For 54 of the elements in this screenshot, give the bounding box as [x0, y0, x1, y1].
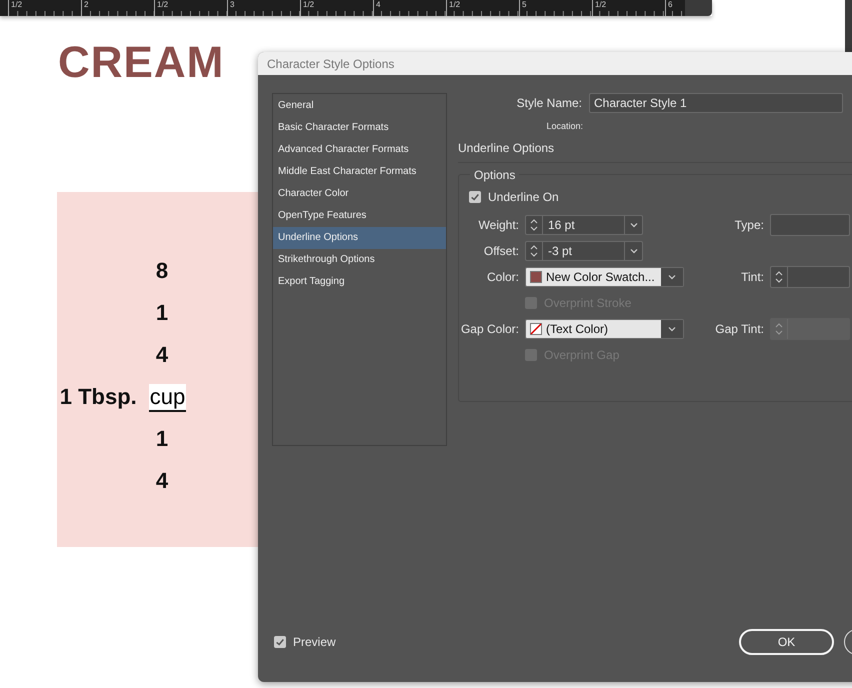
ruler-label: 3 — [229, 0, 234, 9]
checkbox-label: Underline On — [488, 190, 559, 204]
field-label: Weight: — [478, 218, 519, 232]
ingredient-amount: 8 — [156, 257, 168, 285]
field-label: Tint: — [740, 270, 764, 284]
category-item[interactable]: Underline Options — [273, 227, 446, 249]
checkbox-label: Preview — [293, 635, 336, 649]
type-field[interactable] — [770, 214, 850, 236]
checkbox[interactable] — [274, 636, 286, 648]
tint-field[interactable] — [770, 266, 850, 288]
ruler-label: 1/2 — [10, 0, 22, 9]
category-item[interactable]: Character Color — [273, 183, 446, 205]
field-label: Offset: — [482, 244, 519, 258]
ruler-label: 6 — [667, 0, 672, 9]
field-label: Gap Tint: — [714, 322, 764, 336]
offset-field[interactable]: -3 pt — [525, 241, 643, 261]
ingredient-amount: 4 — [156, 467, 168, 495]
ruler-label: 1/2 — [448, 0, 460, 9]
section-title: Underline Options — [458, 141, 556, 155]
color-dropdown[interactable]: New Color Swatch... — [525, 267, 684, 287]
dialog-title: Character Style Options — [267, 56, 394, 70]
ruler-label: 4 — [375, 0, 380, 9]
chevron-icon — [661, 320, 683, 338]
ingredient-amount: 1 — [156, 425, 168, 453]
category-item[interactable]: OpenType Features — [273, 205, 446, 227]
group-legend: Options — [470, 168, 520, 182]
chevron-icon — [661, 268, 683, 286]
style-name-field[interactable]: Character Style 1 — [589, 93, 843, 113]
ingredient-amount: 4 — [156, 341, 168, 369]
ruler-label: 1/2 — [156, 0, 168, 9]
ruler-label: 2 — [83, 0, 88, 9]
category-item[interactable]: Basic Character Formats — [273, 117, 446, 139]
ruler-label: 5 — [521, 0, 526, 9]
category-item[interactable]: General — [273, 95, 446, 117]
recipe-title: CREAM — [58, 38, 224, 88]
field-label: Style Name: — [516, 96, 582, 110]
field-label: Color: — [486, 270, 519, 284]
checkbox[interactable] — [469, 191, 481, 203]
ingredient-amount: 1 — [156, 299, 168, 327]
ingredient-unit: cup — [148, 384, 186, 412]
ruler-label: 1/2 — [594, 0, 606, 9]
weight-field[interactable]: 16 pt — [525, 215, 643, 235]
gap-color-dropdown[interactable]: (Text Color) — [525, 319, 684, 339]
category-item[interactable]: Strikethrough Options — [273, 249, 446, 271]
ingredient-amount: 1 Tbsp. — [60, 383, 137, 411]
category-item[interactable]: Export Tagging — [273, 271, 446, 293]
category-item[interactable]: Advanced Character Formats — [273, 139, 446, 161]
field-label: Type: — [734, 218, 764, 232]
category-item[interactable]: Middle East Character Formats — [273, 161, 446, 183]
ok-button[interactable]: OK — [739, 629, 834, 655]
field-label: Gap Color: — [460, 322, 519, 336]
ruler-corner-button[interactable] — [685, 0, 712, 16]
location-label: Location: — [545, 121, 583, 131]
ruler-label: 1/2 — [302, 0, 314, 9]
